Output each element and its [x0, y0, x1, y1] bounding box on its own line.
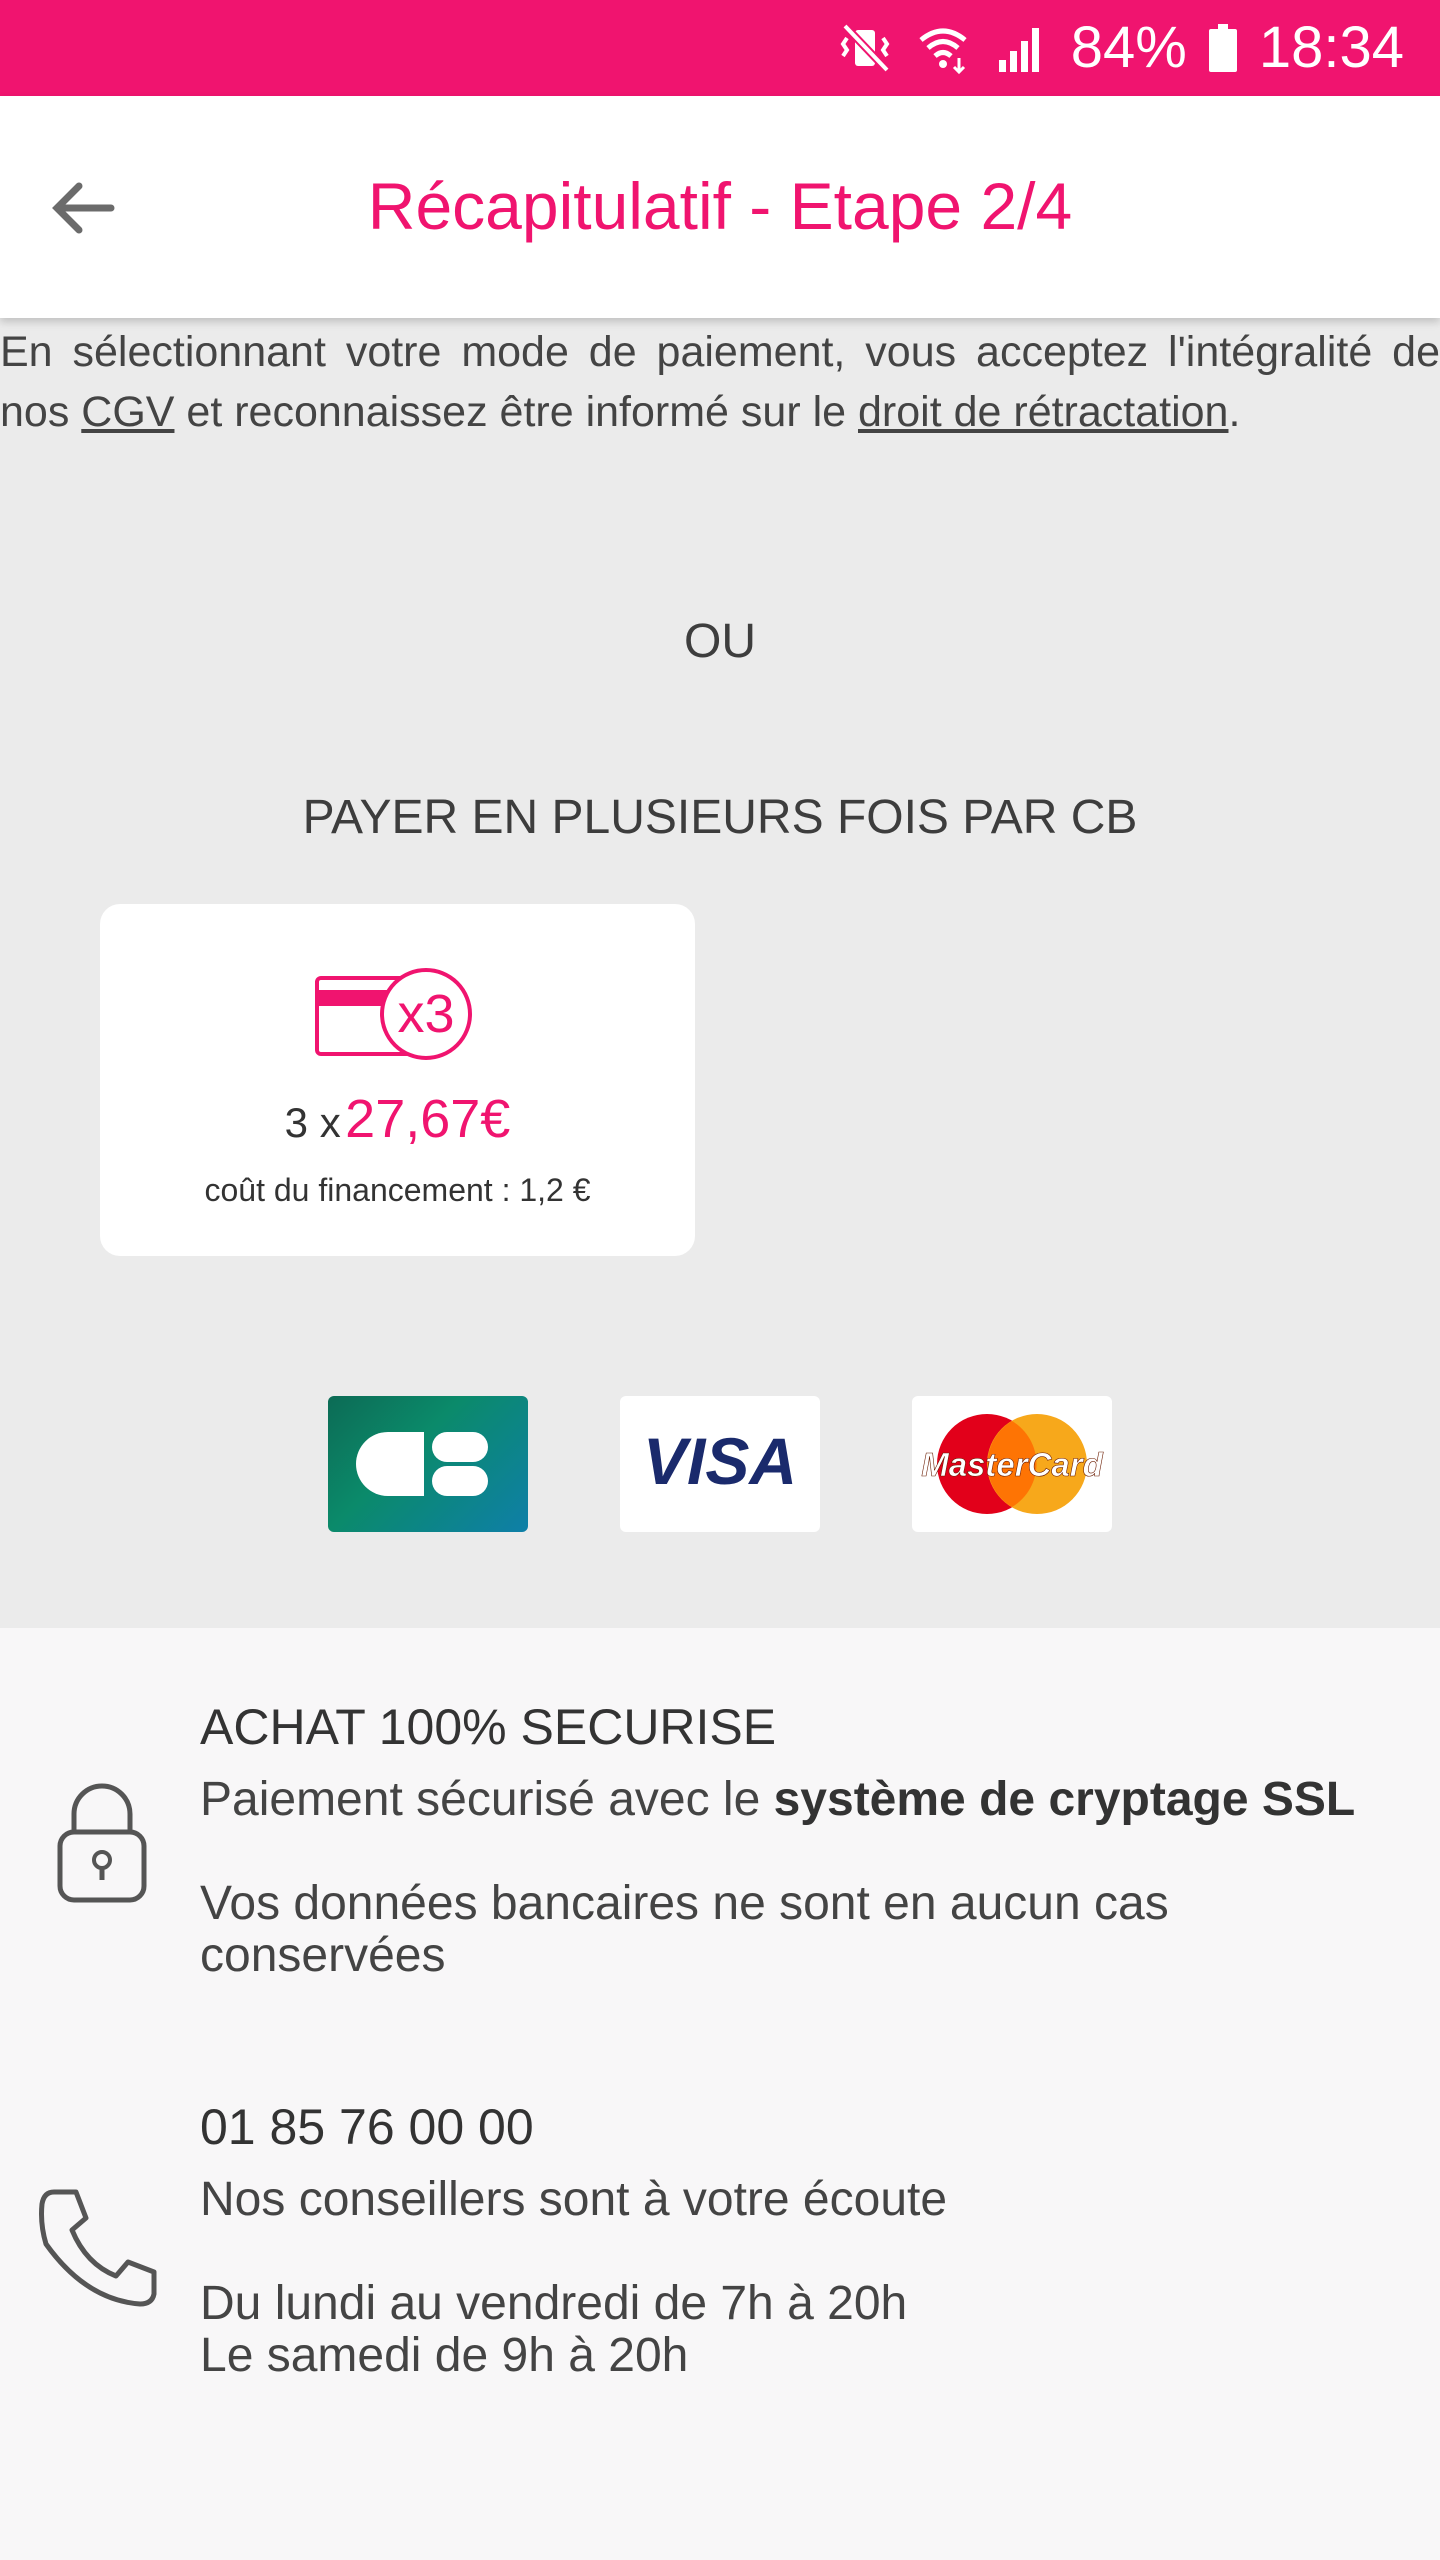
installments-heading: PAYER EN PLUSIEURS FOIS PAR CB	[302, 791, 1138, 844]
battery-percent: 84%	[1070, 15, 1187, 80]
retractation-link[interactable]: droit de rétractation	[858, 388, 1228, 436]
financing-cost: coût du financement : 1,2 €	[204, 1172, 591, 1208]
hours-weekdays: Du lundi au vendredi de 7h à 20h	[200, 2277, 908, 2330]
payment-logos: CB VISA MasterCard	[0, 1396, 1440, 1532]
installment-price: 3 x 27,67€	[100, 1088, 695, 1150]
cgv-link[interactable]: CGV	[81, 388, 174, 436]
vibrate-mute-icon	[837, 20, 893, 76]
visa-logo: VISA	[620, 1396, 820, 1532]
svg-text:MasterCard: MasterCard	[921, 1446, 1103, 1483]
credit-card-x3-icon: x3	[315, 968, 472, 1060]
mastercard-logo: MasterCard	[912, 1396, 1112, 1532]
security-data-line: Vos données bancaires ne sont en aucun c…	[200, 1877, 1169, 1982]
security-heading: ACHAT 100% SECURISE	[200, 1699, 777, 1755]
svg-text:CB: CB	[428, 1525, 431, 1527]
page-title: Récapitulatif - Etape 2/4	[367, 169, 1073, 243]
lock-icon	[57, 1783, 147, 1903]
security-ssl-line: Paiement sécurisé avec le système de cry…	[200, 1773, 1356, 1826]
cb-logo: CB	[328, 1396, 528, 1532]
info-section: ACHAT 100% SECURISE Paiement sécurisé av…	[0, 1628, 1440, 2560]
or-separator: OU	[684, 615, 756, 668]
battery-icon	[1208, 24, 1237, 72]
phone-icon	[39, 2189, 157, 2307]
hours-saturday: Le samedi de 9h à 20h	[200, 2329, 689, 2382]
signal-icon	[993, 20, 1049, 76]
price-prefix: 3 x	[284, 1099, 341, 1146]
status-bar: 84% 18:34	[0, 0, 1440, 96]
price-amount: 27,67€	[345, 1089, 511, 1149]
legal-text-3: .	[1228, 388, 1241, 436]
clock: 18:34	[1258, 15, 1404, 80]
legal-text-2: et reconnaissez être informé sur le	[174, 388, 858, 436]
svg-text:VISA: VISA	[643, 1424, 797, 1498]
app-bar: Récapitulatif - Etape 2/4	[0, 96, 1440, 318]
x3-badge: x3	[397, 984, 454, 1044]
phone-number[interactable]: 01 85 76 00 00	[200, 2098, 534, 2156]
installment-3x-card[interactable]: x3 3 x 27,67€ coût du financement : 1,2 …	[100, 904, 695, 1256]
contact-advisors: Nos conseillers sont à votre écoute	[200, 2173, 948, 2226]
wifi-icon	[915, 20, 971, 76]
legal-notice: En sélectionnant votre mode de paiement,…	[0, 322, 1440, 442]
